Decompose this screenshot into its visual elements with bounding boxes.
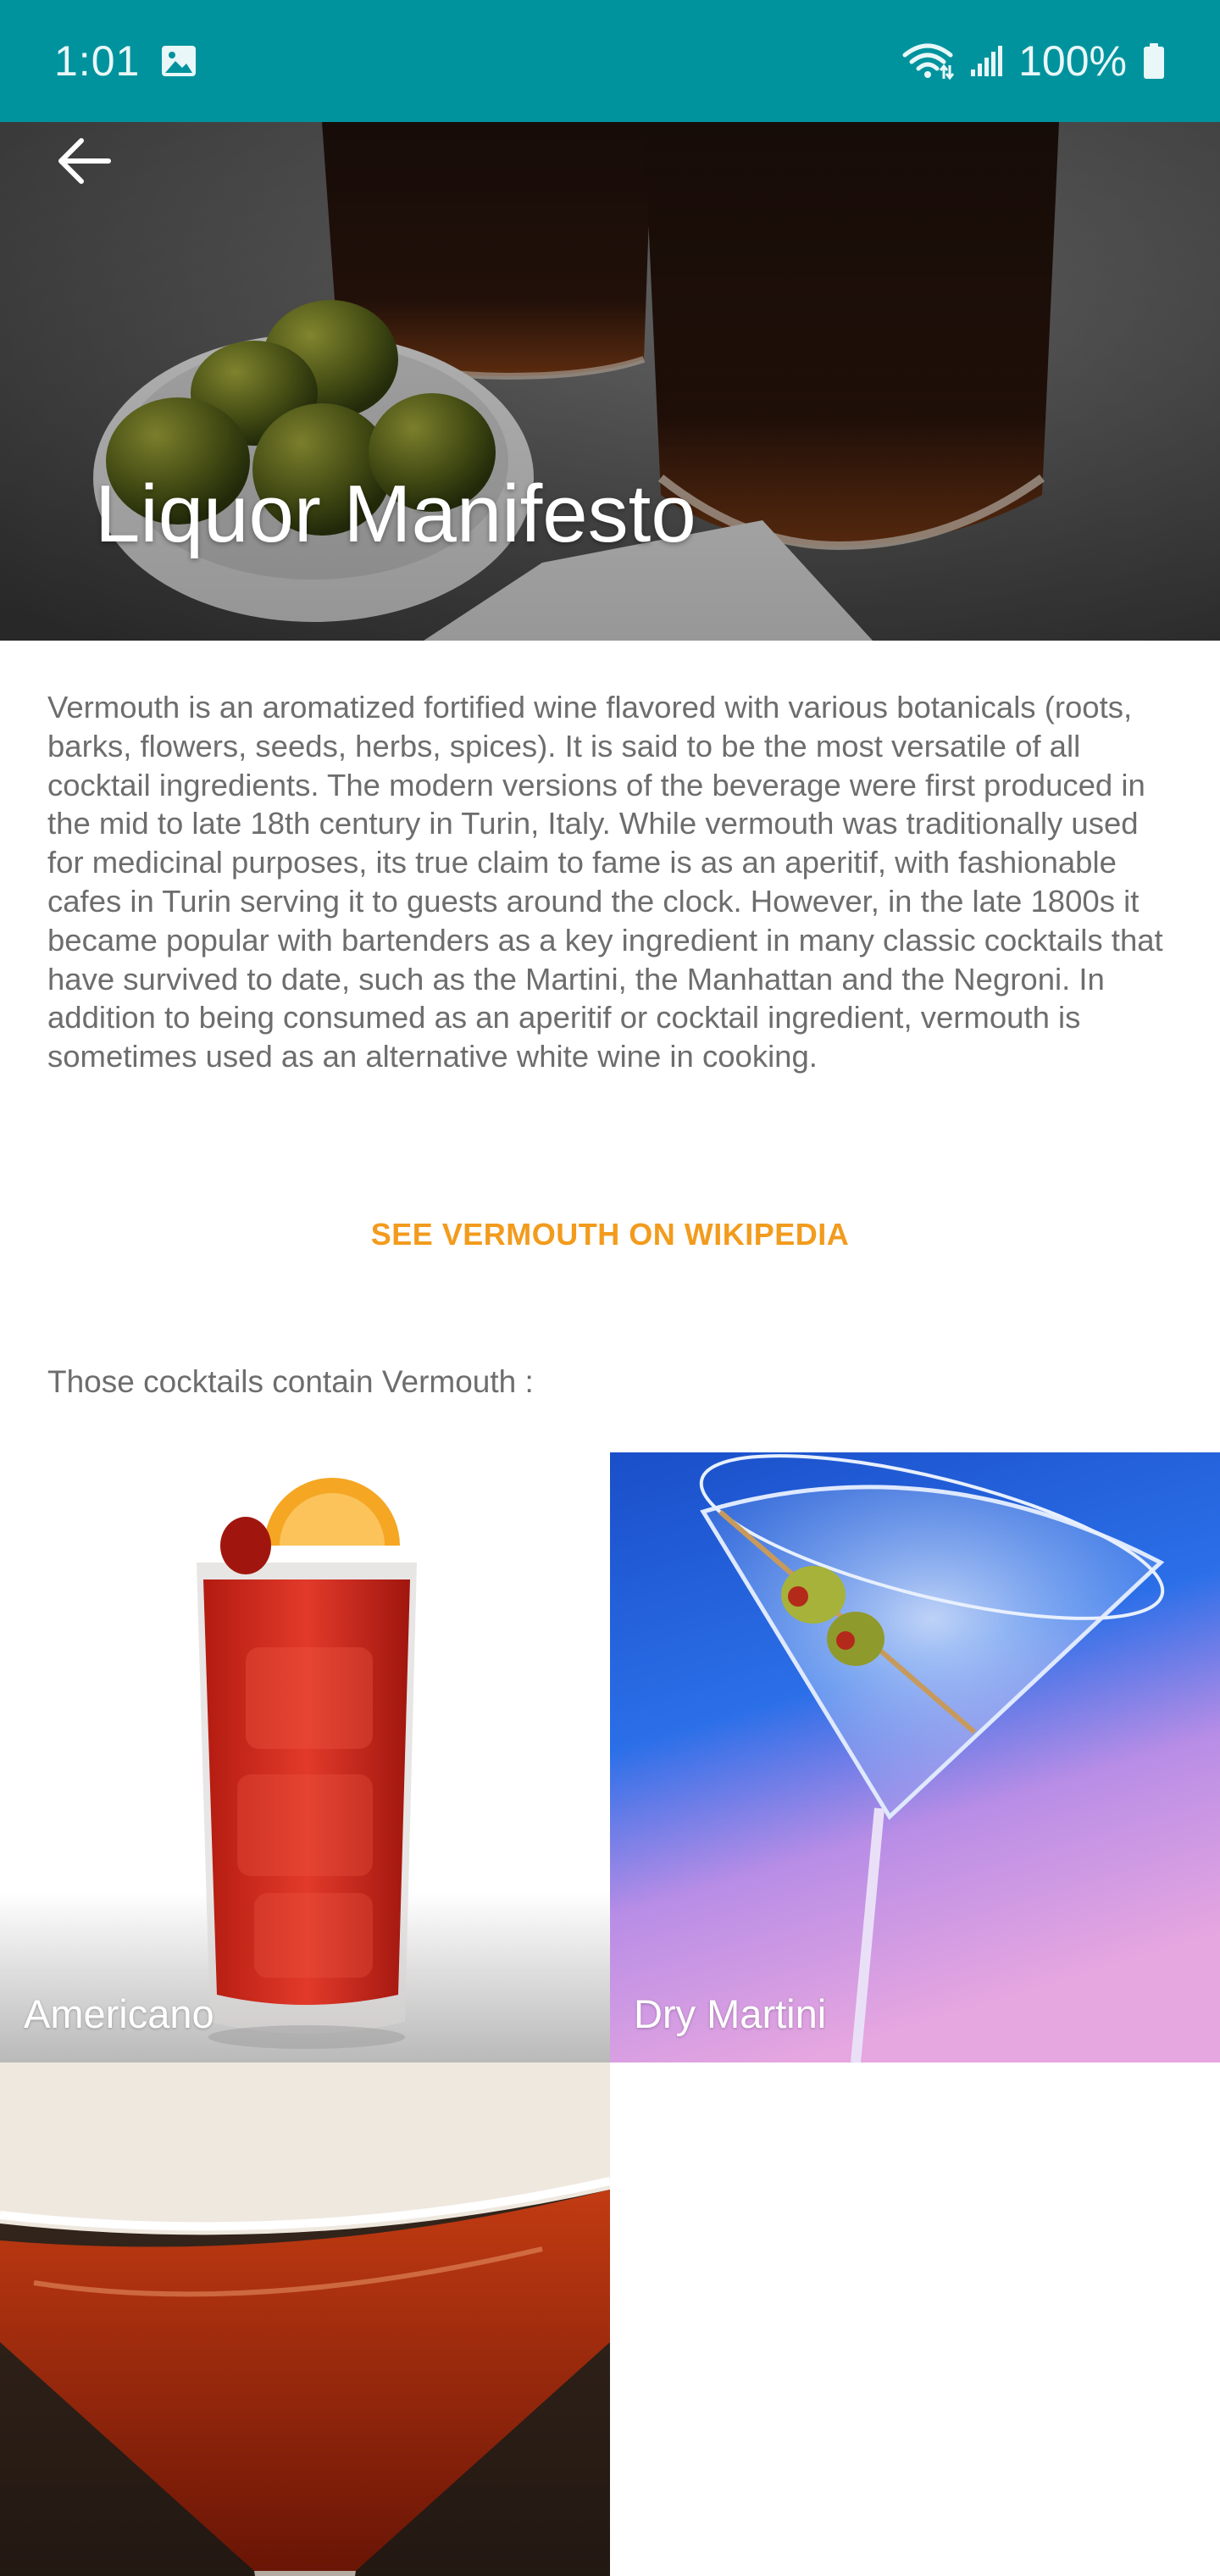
cocktails-heading: Those cocktails contain Vermouth : [47,1364,534,1399]
dry-martini-image [610,1452,1220,2062]
wifi-icon [901,42,955,80]
screen: 1:01 100% Liquor Manifesto Vermouth is a… [0,0,1220,2576]
signal-icon [969,44,1003,78]
cocktail-grid: Americano Dry Martini [0,1452,1220,2576]
status-time: 1:01 [54,37,141,85]
cocktail-card-third[interactable] [0,2062,610,2576]
cocktail-name: Dry Martini [634,1991,827,2036]
battery-icon [1142,42,1166,80]
cocktail-card-americano[interactable]: Americano [0,1452,610,2062]
image-icon [160,44,197,78]
arrow-left-icon [58,137,112,189]
status-bar: 1:01 100% [0,0,1220,122]
wikipedia-link-button[interactable]: SEE VERMOUTH ON WIKIPEDIA [0,1217,1220,1252]
third-cocktail-image [0,2062,610,2576]
page-title: Liquor Manifesto [95,469,696,559]
status-left: 1:01 [54,36,197,86]
cocktail-card-dry-martini[interactable]: Dry Martini [610,1452,1220,2062]
battery-percent: 100% [1018,37,1127,85]
cocktail-name: Americano [24,1991,214,2036]
hero-image [0,122,1220,641]
vermouth-description: Vermouth is an aromatized fortified wine… [47,690,1163,1074]
back-button[interactable] [44,122,125,203]
hero-banner: Liquor Manifesto [0,122,1220,641]
status-right: 100% [901,36,1166,86]
americano-image [0,1452,610,2062]
